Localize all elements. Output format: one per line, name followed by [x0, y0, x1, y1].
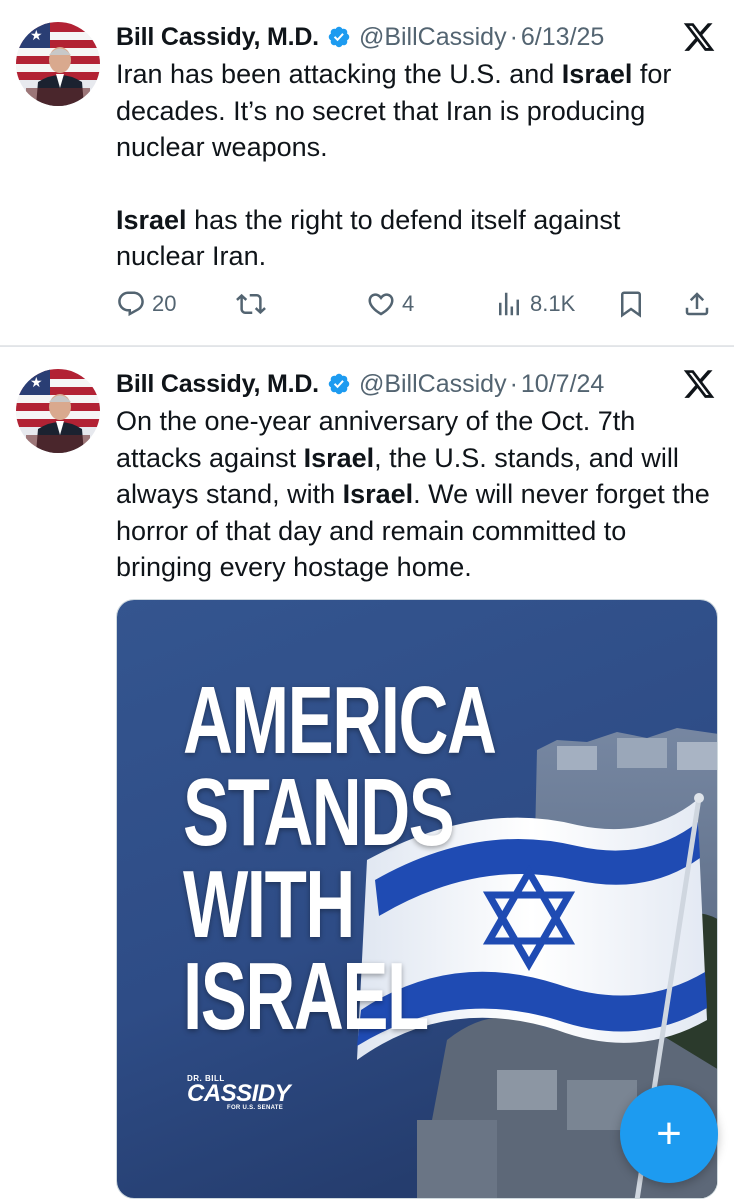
reply-button[interactable]: 20	[116, 284, 176, 324]
x-logo-icon	[683, 23, 715, 51]
action-bar: 20 4 8.1K	[116, 284, 714, 324]
reply-count: 20	[152, 291, 177, 316]
tweet-header: Bill Cassidy, M.D. @BillCassidy · 6/13/2…	[116, 18, 716, 56]
bookmark-button[interactable]	[616, 284, 646, 324]
verified-badge-icon	[328, 26, 350, 48]
separator-dot: ·	[509, 22, 518, 51]
repost-button[interactable]	[236, 284, 266, 324]
compose-post-button[interactable]: +	[620, 1085, 718, 1183]
bold-word: Israel	[303, 442, 375, 473]
image-headline: AMERICA STANDS WITH ISRAEL	[183, 667, 497, 1050]
plus-icon: +	[656, 1109, 682, 1158]
tweet-text: On the one-year anniversary of the Oct. …	[116, 406, 710, 582]
views-button[interactable]: 8.1K	[494, 284, 575, 324]
avatar[interactable]: ★	[16, 22, 100, 106]
tweet-header: Bill Cassidy, M.D. @BillCassidy · 10/7/2…	[116, 365, 716, 403]
tweet[interactable]: ★ Bill Cassidy, M.D. @BillCassidy · 10/7…	[0, 347, 734, 1200]
x-logo-icon	[683, 370, 715, 398]
avatar[interactable]: ★	[16, 369, 100, 453]
separator-dot: ·	[509, 369, 518, 398]
views-count: 8.1K	[530, 291, 576, 316]
author-handle[interactable]: @BillCassidy	[359, 23, 507, 52]
author-handle[interactable]: @BillCassidy	[359, 370, 507, 399]
verified-badge-icon	[328, 373, 350, 395]
author-name[interactable]: Bill Cassidy, M.D.	[116, 23, 319, 52]
share-button[interactable]	[682, 284, 712, 324]
like-button[interactable]: 4	[366, 284, 414, 324]
reply-icon	[118, 291, 144, 317]
author-name[interactable]: Bill Cassidy, M.D.	[116, 370, 319, 399]
bold-word: Israel	[561, 59, 633, 89]
tweet-date[interactable]: 6/13/25	[521, 23, 604, 52]
bold-word: Israel	[342, 479, 414, 509]
svg-text:★: ★	[30, 28, 43, 44]
svg-text:★: ★	[30, 375, 43, 391]
heart-icon	[368, 293, 394, 316]
views-icon	[499, 292, 519, 316]
bookmark-icon	[621, 291, 641, 318]
like-count: 4	[402, 291, 415, 316]
share-icon	[685, 292, 709, 316]
bold-word: Israel	[116, 204, 187, 235]
tweet-text: Iran has been attacking the U.S. and Isr…	[116, 59, 672, 271]
tweet-date[interactable]: 10/7/24	[521, 370, 604, 399]
repost-icon	[236, 293, 266, 315]
campaign-logo: DR. BILL CASSIDY FOR U.S. SENATE	[187, 1074, 291, 1111]
tweet[interactable]: ★ Bill Cassidy, M.D. @BillCassidy · 6/13…	[0, 0, 734, 346]
